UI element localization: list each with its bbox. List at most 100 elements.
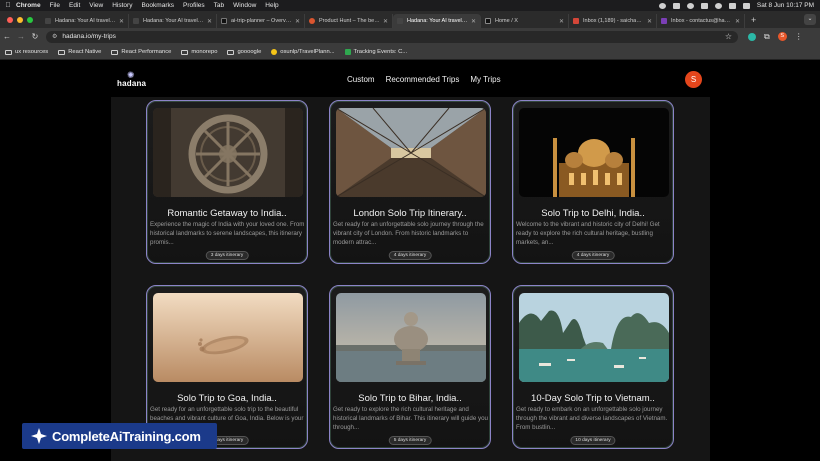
close-tab-icon[interactable]: ✕ [119,18,124,25]
close-tab-icon[interactable]: ✕ [207,18,212,25]
trip-title: London Solo Trip Itinerary.. [353,208,467,219]
new-tab-button[interactable]: + [745,15,762,25]
london-ceiling-image [336,108,486,197]
menu-help[interactable]: Help [265,2,278,9]
tab-strip: Hadana: Your AI travel pl... ✕ Hadana: Yo… [0,11,820,28]
tab-2[interactable]: ai-trip-planner – Overvie... ✕ [217,14,305,28]
trip-image [519,108,669,197]
menu-tab[interactable]: Tab [214,2,224,9]
folder-icon [5,49,12,55]
tab-1[interactable]: Hadana: Your AI travel pl... ✕ [129,14,217,28]
folder-icon [227,49,235,55]
menu-window[interactable]: Window [233,2,256,9]
trip-card[interactable]: Solo Trip to Bihar, India.. Get ready to… [329,285,491,449]
bookmark-label: osunlp/TravelPlann... [280,49,335,55]
reload-button[interactable]: ↻ [28,32,42,41]
menu-app[interactable]: Chrome [16,2,41,9]
bookmark-folder[interactable]: React Performance [111,49,171,55]
trip-image [153,293,303,382]
trip-title: Romantic Getaway to India.. [167,208,287,219]
tab-5[interactable]: Home / X ✕ [481,14,569,28]
site-nav: Custom Recommended Trips My Trips [347,75,501,84]
bookmark-folder[interactable]: goooogle [227,49,261,55]
bookmark-folder[interactable]: ux resources [5,49,48,55]
tab-favicon [485,18,491,24]
zoom-window-button[interactable] [27,16,33,23]
bookmark-label: React Native [68,49,102,55]
nav-recommended-trips[interactable]: Recommended Trips [386,75,460,84]
battery-icon[interactable] [700,2,708,9]
tab-search-button[interactable]: ⌄ [804,14,816,25]
chrome-menu-icon[interactable]: ⋮ [795,32,803,41]
forward-button[interactable]: → [14,32,28,41]
close-tab-icon[interactable]: ✕ [735,18,740,25]
close-tab-icon[interactable]: ✕ [383,18,388,25]
apple-icon[interactable]:  [0,2,16,9]
bookmark-folder[interactable]: monorepo [181,49,217,55]
tab-title: Product Hunt – The best... [319,18,380,24]
trip-card[interactable]: Solo Trip to Delhi, India.. Welcome to t… [512,100,674,264]
trip-card[interactable]: Romantic Getaway to India.. Experience t… [146,100,308,264]
menu-file[interactable]: File [50,2,60,9]
play-icon[interactable] [686,2,694,9]
back-button[interactable]: ← [0,32,14,41]
site-info-icon[interactable]: ⚙ [52,33,57,40]
status-area: Sat 8 Jun 10:17 PM [658,2,820,9]
menu-bookmarks[interactable]: Bookmarks [141,2,174,9]
trip-description: Get ready to embark on an unforgettable … [516,406,668,431]
bookmark-star-icon[interactable]: ☆ [725,32,732,41]
bookmark-label: Tracking Events: C... [353,49,408,55]
tab-0[interactable]: Hadana: Your AI travel pl... ✕ [41,14,129,28]
hadana-logo[interactable]: ✺ hadana [117,70,151,90]
user-avatar[interactable]: S [685,71,702,88]
macos-menu-bar:  Chrome File Edit View History Bookmark… [0,0,820,11]
control-center-icon[interactable] [742,2,750,9]
goa-footprint-image [153,293,303,382]
close-tab-icon[interactable]: ✕ [471,18,476,25]
tab-title: Inbox - contactus@hadan... [671,18,732,24]
bookmark-label: React Performance [121,49,172,55]
menu-profiles[interactable]: Profiles [183,2,205,9]
tab-6[interactable]: Inbox (1,189) - saichandr... ✕ [569,14,657,28]
bookmark-label: ux resources [15,49,49,55]
bookmark-label: goooogle [237,49,262,55]
tab-favicon [221,18,227,24]
window-controls [0,16,41,23]
sheets-icon [344,49,351,55]
nav-my-trips[interactable]: My Trips [470,75,500,84]
bookmark-folder[interactable]: React Native [58,49,101,55]
trip-card[interactable]: 10-Day Solo Trip to Vietnam.. Get ready … [512,285,674,449]
menu-view[interactable]: View [89,2,103,9]
profile-avatar-button[interactable]: S [777,32,787,41]
close-tab-icon[interactable]: ✕ [559,18,564,25]
menu-history[interactable]: History [112,2,132,9]
konark-wheel-image [153,108,303,197]
nav-custom[interactable]: Custom [347,75,375,84]
close-window-button[interactable] [7,16,13,23]
hugging-face-icon [271,49,278,55]
extension-icon[interactable] [748,32,756,41]
extensions-puzzle-icon[interactable]: ⧉ [764,32,770,42]
folder-icon [111,49,119,55]
address-bar[interactable]: ⚙ hadana.io/my-trips ☆ [46,30,738,43]
trip-description: Experience the magic of India with your … [150,221,305,246]
bookmarks-bar: ux resources React Native React Performa… [0,45,820,60]
close-tab-icon[interactable]: ✕ [647,18,652,25]
tab-3[interactable]: Product Hunt – The best... ✕ [305,14,393,28]
bookmark-link[interactable]: Tracking Events: C... [344,49,408,55]
wifi-icon[interactable] [714,2,722,9]
tab-4[interactable]: Hadana: Your AI travel pl... ✕ [393,14,481,28]
minimize-window-button[interactable] [17,16,23,23]
itinerary-badge: 5 days itinerary [388,436,432,445]
trip-card[interactable]: London Solo Trip Itinerary.. Get ready f… [329,100,491,264]
itinerary-badge: 4 days itinerary [571,251,615,260]
bookmark-link[interactable]: osunlp/TravelPlann... [271,49,335,55]
tab-7[interactable]: Inbox - contactus@hadan... ✕ [657,14,745,28]
tab-title: Home / X [495,18,518,24]
screen-icon[interactable] [672,2,680,9]
menu-clock[interactable]: Sat 8 Jun 10:17 PM [757,2,814,9]
spotify-icon[interactable] [658,2,666,9]
search-icon[interactable] [728,2,736,9]
close-tab-icon[interactable]: ✕ [295,18,300,25]
menu-edit[interactable]: Edit [69,2,80,9]
